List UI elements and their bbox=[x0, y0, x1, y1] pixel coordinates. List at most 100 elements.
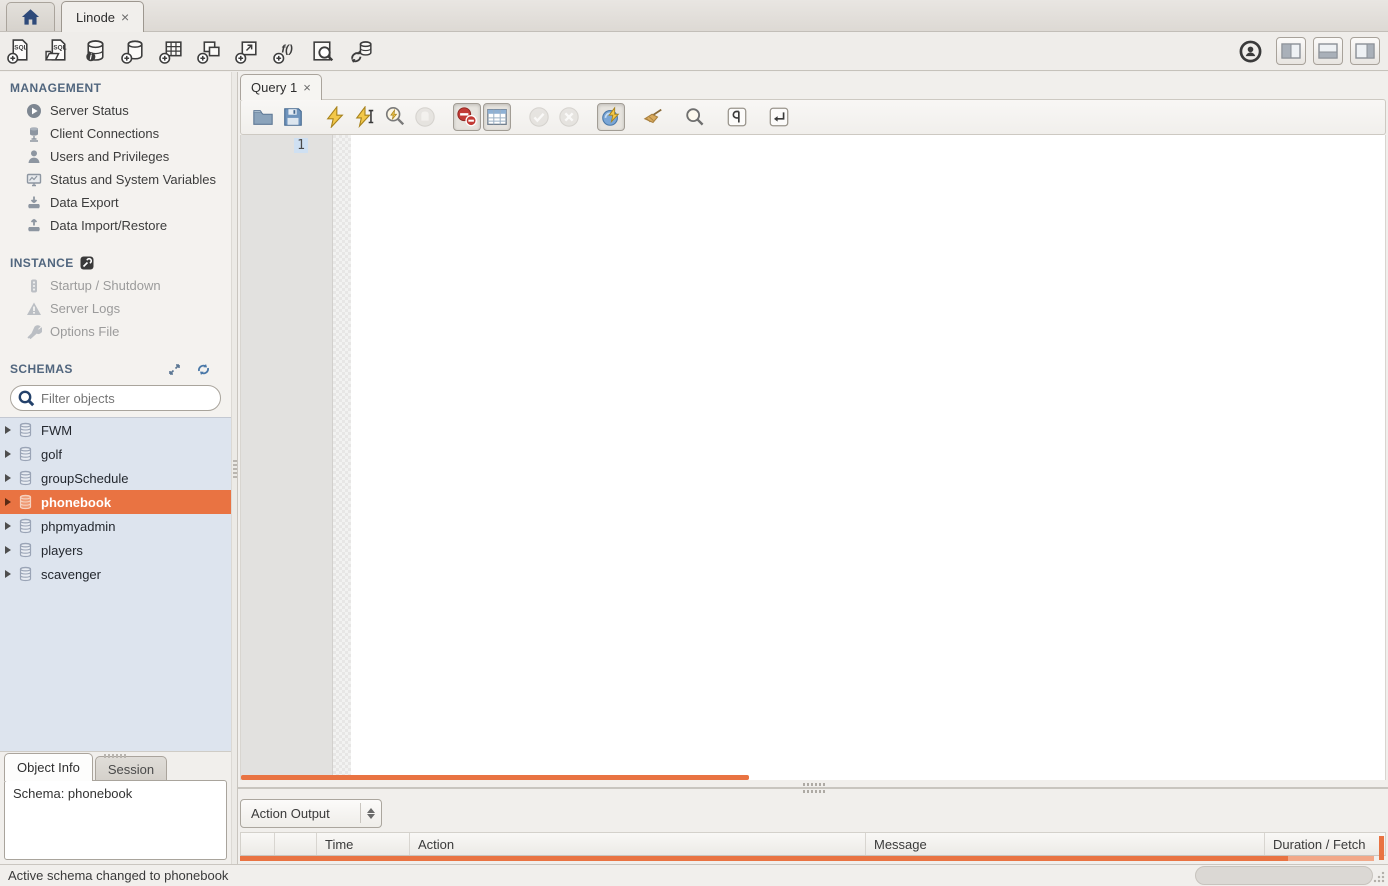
sidebar-item-data-import[interactable]: Data Import/Restore bbox=[0, 214, 231, 237]
create-procedure-button[interactable] bbox=[228, 35, 266, 67]
commit-button[interactable] bbox=[525, 103, 553, 131]
create-function-button[interactable]: f() bbox=[266, 35, 304, 67]
home-icon bbox=[21, 9, 40, 26]
reconnect-dbms-button[interactable] bbox=[342, 35, 380, 67]
execute-current-button[interactable] bbox=[351, 103, 379, 131]
schema-row-golf[interactable]: golf bbox=[0, 442, 231, 466]
find-button[interactable] bbox=[681, 103, 709, 131]
navigator-sidebar: MANAGEMENT Server Status Client Connecti… bbox=[0, 72, 231, 864]
schema-row-phpmyadmin[interactable]: phpmyadmin bbox=[0, 514, 231, 538]
refresh-schemas-icon[interactable] bbox=[196, 363, 211, 376]
close-tab-icon[interactable]: × bbox=[121, 9, 129, 25]
expander-icon[interactable] bbox=[5, 546, 11, 554]
sidebar-item-system-variables[interactable]: Status and System Variables bbox=[0, 168, 231, 191]
create-schema-button[interactable] bbox=[114, 35, 152, 67]
output-type-select[interactable]: Action Output bbox=[240, 799, 382, 828]
schema-row-scavenger[interactable]: scavenger bbox=[0, 562, 231, 586]
create-view-button[interactable] bbox=[190, 35, 228, 67]
expander-icon[interactable] bbox=[5, 474, 11, 482]
sidebar-item-server-logs[interactable]: Server Logs bbox=[0, 297, 231, 320]
window-tab-bar: Linode × bbox=[0, 0, 1388, 32]
toggle-bottom-panel-button[interactable] bbox=[1313, 37, 1343, 65]
toggle-left-panel-button[interactable] bbox=[1276, 37, 1306, 65]
explain-button[interactable] bbox=[381, 103, 409, 131]
autocommit-icon bbox=[600, 106, 622, 128]
create-table-button[interactable] bbox=[152, 35, 190, 67]
schema-filter-input[interactable] bbox=[10, 385, 221, 411]
sidebar-splitter[interactable] bbox=[231, 72, 238, 864]
stop-button[interactable] bbox=[411, 103, 439, 131]
toggle-stop-on-error-button[interactable] bbox=[453, 103, 481, 131]
column-duration-fetch[interactable]: Duration / Fetch bbox=[1265, 833, 1386, 855]
new-sql-tab-button[interactable]: SQL bbox=[0, 35, 38, 67]
svg-text:SQL: SQL bbox=[53, 44, 66, 51]
panel-resize-grip[interactable] bbox=[104, 754, 126, 758]
rollback-button[interactable] bbox=[555, 103, 583, 131]
show-invisibles-button[interactable] bbox=[723, 103, 751, 131]
database-inspector-button[interactable]: i bbox=[76, 35, 114, 67]
save-button[interactable] bbox=[279, 103, 307, 131]
beautify-button[interactable] bbox=[639, 103, 667, 131]
query-tab-bar: Query 1 × bbox=[238, 72, 1388, 99]
column-action[interactable]: Action bbox=[410, 833, 866, 855]
query-tab[interactable]: Query 1 × bbox=[240, 74, 322, 100]
schema-row-groupschedule[interactable]: groupSchedule bbox=[0, 466, 231, 490]
toggle-autocommit-button[interactable] bbox=[597, 103, 625, 131]
output-vertical-scrollbar[interactable] bbox=[1379, 836, 1384, 860]
sidebar-item-startup-shutdown[interactable]: Startup / Shutdown bbox=[0, 274, 231, 297]
open-file-button[interactable] bbox=[249, 103, 277, 131]
code-text-area[interactable] bbox=[351, 135, 1385, 780]
fold-margin bbox=[333, 135, 351, 780]
column-message[interactable]: Message bbox=[866, 833, 1265, 855]
schema-row-players[interactable]: players bbox=[0, 538, 231, 562]
schema-row-fwm[interactable]: FWM bbox=[0, 418, 231, 442]
limit-rows-button[interactable] bbox=[483, 103, 511, 131]
tab-session[interactable]: Session bbox=[95, 756, 167, 781]
query-tab-label: Query 1 bbox=[251, 80, 297, 95]
status-message: Active schema changed to phonebook bbox=[8, 868, 228, 883]
expander-icon[interactable] bbox=[5, 570, 11, 578]
column-time[interactable]: Time bbox=[317, 833, 410, 855]
expander-icon[interactable] bbox=[5, 426, 11, 434]
create-view-icon bbox=[196, 38, 223, 65]
sidebar-item-users-privileges[interactable]: Users and Privileges bbox=[0, 145, 231, 168]
expander-icon[interactable] bbox=[5, 522, 11, 530]
user-account-button[interactable] bbox=[1231, 35, 1269, 67]
sidebar-item-server-status[interactable]: Server Status bbox=[0, 99, 231, 122]
select-spinner-icon bbox=[360, 803, 375, 823]
rollback-icon bbox=[558, 106, 580, 128]
close-query-tab-icon[interactable]: × bbox=[303, 80, 311, 95]
tab-object-info[interactable]: Object Info bbox=[4, 753, 93, 781]
explain-icon bbox=[384, 106, 406, 128]
expander-icon[interactable] bbox=[5, 450, 11, 458]
output-splitter[interactable] bbox=[238, 780, 1388, 796]
column-icon[interactable] bbox=[241, 833, 275, 855]
toggle-right-panel-button[interactable] bbox=[1350, 37, 1380, 65]
open-sql-script-button[interactable]: SQL bbox=[38, 35, 76, 67]
object-info-panel: Object Info Session Schema: phonebook bbox=[0, 751, 231, 864]
home-tab[interactable] bbox=[6, 2, 55, 31]
users-icon bbox=[26, 149, 42, 165]
sidebar-item-client-connections[interactable]: Client Connections bbox=[0, 122, 231, 145]
splitter-grip[interactable] bbox=[803, 783, 825, 793]
schema-row-phonebook[interactable]: phonebook bbox=[0, 490, 231, 514]
sidebar-item-options-file[interactable]: Options File bbox=[0, 320, 231, 343]
warning-icon bbox=[26, 301, 42, 317]
sidebar-item-data-export[interactable]: Data Export bbox=[0, 191, 231, 214]
toggle-bottom-panel-icon bbox=[1318, 43, 1338, 59]
expander-icon[interactable] bbox=[5, 498, 11, 506]
connection-tab[interactable]: Linode × bbox=[61, 1, 144, 32]
expand-schemas-icon[interactable] bbox=[168, 363, 181, 376]
data-import-icon bbox=[26, 218, 42, 234]
window-resize-grip[interactable] bbox=[1373, 871, 1385, 883]
instance-admin-icon bbox=[80, 256, 94, 270]
toggle-word-wrap-button[interactable] bbox=[765, 103, 793, 131]
line-number-gutter: 1 bbox=[241, 135, 333, 780]
statusbar-scroll-thumb[interactable] bbox=[1195, 866, 1373, 885]
sql-code-editor[interactable]: 1 bbox=[240, 135, 1386, 780]
execute-button[interactable] bbox=[321, 103, 349, 131]
search-table-data-button[interactable] bbox=[304, 35, 342, 67]
wrench-icon bbox=[26, 324, 42, 340]
column-index[interactable] bbox=[275, 833, 317, 855]
output-horizontal-scrollbar[interactable] bbox=[240, 856, 1288, 861]
